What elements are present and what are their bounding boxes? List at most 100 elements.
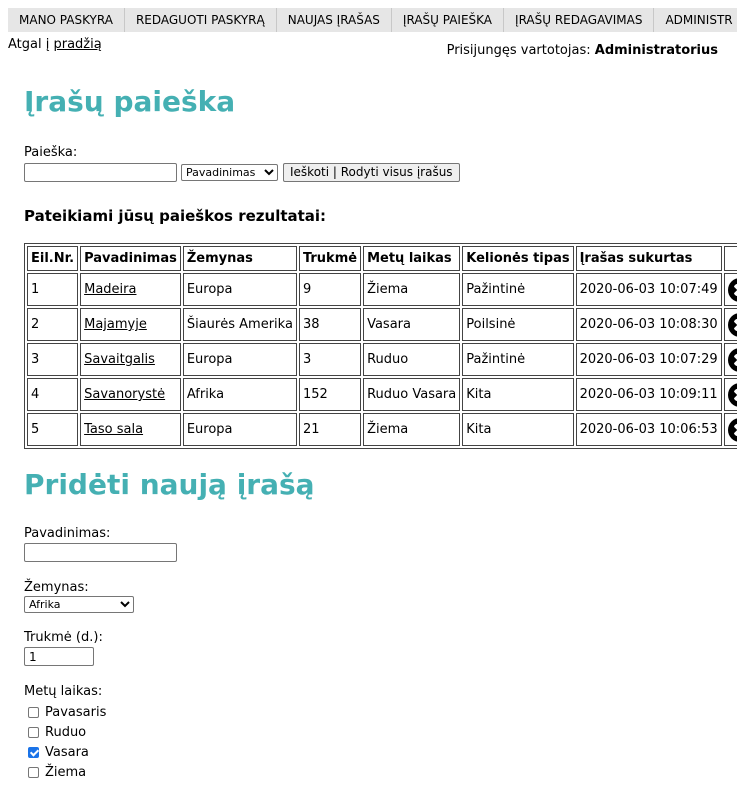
- top-bar: MANO PASKYRA REDAGUOTI PASKYRĄ NAUJAS ĮRAŠ…: [0, 0, 737, 33]
- search-button[interactable]: Ieškoti | Rodyti visus įrašus: [283, 163, 460, 182]
- cell-name: Majamyje: [80, 308, 181, 341]
- record-link[interactable]: Savaitgalis: [84, 352, 155, 367]
- back-home-link[interactable]: pradžią: [53, 37, 101, 52]
- col-header-trip-type: Kelionės tipas: [462, 246, 574, 271]
- name-input[interactable]: [24, 543, 177, 562]
- top-strip: [0, 0, 737, 8]
- cell-season: Vasara: [363, 308, 461, 341]
- nav-item-administravimas[interactable]: ADMINISTR: [654, 8, 737, 32]
- cell-season: Žiema: [363, 273, 461, 306]
- table-row: 1 Madeira Europa 9 Žiema Pažintinė 2020-…: [27, 273, 737, 306]
- search-input[interactable]: [24, 163, 177, 182]
- checkbox-box[interactable]: [28, 707, 39, 718]
- logged-in-user: Prisijungęs vartotojas: Administratorius: [447, 43, 718, 58]
- checkbox-label: Pavasaris: [45, 705, 107, 720]
- cell-duration: 3: [298, 343, 362, 376]
- cell-duration: 152: [298, 378, 362, 411]
- col-header-actions: [723, 246, 737, 271]
- cell-duration: 9: [298, 273, 362, 306]
- season-checkbox-pavasaris[interactable]: Pavasaris: [28, 705, 106, 720]
- continent-label: Žemynas:: [24, 580, 89, 595]
- add-record-title: Pridėti naują įrašą: [24, 468, 315, 501]
- cell-name: Savanorystė: [80, 378, 181, 411]
- record-link[interactable]: Madeira: [84, 282, 136, 297]
- cell-actions: [723, 273, 737, 306]
- delete-icon[interactable]: [727, 277, 737, 302]
- cell-trip-type: Pažintinė: [462, 273, 574, 306]
- delete-icon[interactable]: [727, 382, 737, 407]
- cell-actions: [723, 308, 737, 341]
- season-label: Metų laikas:: [24, 684, 103, 699]
- cell-continent: Šiaurės Amerika: [182, 308, 297, 341]
- user-name: Administratorius: [594, 43, 718, 58]
- cell-created: 2020-06-03 10:07:29: [575, 343, 722, 376]
- cell-actions: [723, 343, 737, 376]
- main-nav: MANO PASKYRA REDAGUOTI PASKYRĄ NAUJAS ĮRAŠ…: [8, 8, 737, 32]
- col-header-name: Pavadinimas: [80, 246, 181, 271]
- name-label: Pavadinimas:: [24, 526, 111, 541]
- results-title: Pateikiami jūsų paieškos rezultatai:: [24, 207, 327, 225]
- cell-created: 2020-06-03 10:09:11: [575, 378, 722, 411]
- cell-continent: Europa: [182, 413, 297, 446]
- search-title: Įrašų paieška: [24, 85, 236, 118]
- col-header-created: Įrašas sukurtas: [575, 246, 722, 271]
- cell-duration: 21: [298, 413, 362, 446]
- cell-trip-type: Kita: [462, 378, 574, 411]
- cell-trip-type: Kita: [462, 413, 574, 446]
- cell-nr: 3: [27, 343, 79, 376]
- season-checkbox-ziema[interactable]: Žiema: [28, 765, 86, 780]
- search-field-select[interactable]: Pavadinimas: [181, 164, 278, 181]
- nav-item-irasu-paieska[interactable]: ĮRAŠŲ PAIEŠKA: [392, 8, 505, 32]
- cell-duration: 38: [298, 308, 362, 341]
- back-prefix: Atgal į: [8, 37, 50, 52]
- col-header-season: Metų laikas: [363, 246, 461, 271]
- duration-input[interactable]: [24, 647, 94, 666]
- cell-continent: Europa: [182, 343, 297, 376]
- table-row: 2 Majamyje Šiaurės Amerika 38 Vasara Poi…: [27, 308, 737, 341]
- checkbox-label: Ruduo: [45, 725, 87, 740]
- table-header-row: Eil.Nr. Pavadinimas Žemynas Trukmė Metų …: [27, 246, 737, 271]
- cell-season: Ruduo Vasara: [363, 378, 461, 411]
- cell-trip-type: Pažintinė: [462, 343, 574, 376]
- record-link[interactable]: Taso sala: [84, 422, 143, 437]
- record-link[interactable]: Majamyje: [84, 317, 147, 332]
- season-checkbox-ruduo[interactable]: Ruduo: [28, 725, 86, 740]
- cell-nr: 4: [27, 378, 79, 411]
- checkbox-box[interactable]: [28, 767, 39, 778]
- cell-trip-type: Poilsinė: [462, 308, 574, 341]
- cell-name: Taso sala: [80, 413, 181, 446]
- delete-icon[interactable]: [727, 347, 737, 372]
- continent-select[interactable]: Afrika: [24, 596, 134, 613]
- cell-created: 2020-06-03 10:06:53: [575, 413, 722, 446]
- cell-name: Savaitgalis: [80, 343, 181, 376]
- cell-actions: [723, 378, 737, 411]
- nav-item-mano-paskyra[interactable]: MANO PASKYRA: [8, 8, 125, 32]
- cell-created: 2020-06-03 10:07:49: [575, 273, 722, 306]
- season-checkbox-vasara[interactable]: Vasara: [28, 745, 89, 760]
- duration-label: Trukmė (d.):: [24, 630, 103, 645]
- delete-icon[interactable]: [727, 312, 737, 337]
- nav-item-naujas-irasas[interactable]: NAUJAS ĮRAŠAS: [277, 8, 392, 32]
- cell-nr: 2: [27, 308, 79, 341]
- cell-name: Madeira: [80, 273, 181, 306]
- cell-season: Ruduo: [363, 343, 461, 376]
- checkbox-box[interactable]: [28, 727, 39, 738]
- checkbox-box-checked[interactable]: [28, 747, 39, 758]
- cell-continent: Afrika: [182, 378, 297, 411]
- table-row: 3 Savaitgalis Europa 3 Ruduo Pažintinė 2…: [27, 343, 737, 376]
- user-prefix: Prisijungęs vartotojas:: [446, 43, 591, 58]
- col-header-nr: Eil.Nr.: [27, 246, 79, 271]
- back-link-row: Atgal į pradžią: [8, 37, 102, 52]
- cell-season: Žiema: [363, 413, 461, 446]
- cell-nr: 5: [27, 413, 79, 446]
- nav-item-redaguoti-paskyra[interactable]: REDAGUOTI PASKYRĄ: [125, 8, 277, 32]
- col-header-duration: Trukmė: [298, 246, 362, 271]
- table-row: 4 Savanorystė Afrika 152 Ruduo Vasara Ki…: [27, 378, 737, 411]
- record-link[interactable]: Savanorystė: [84, 387, 165, 402]
- cell-nr: 1: [27, 273, 79, 306]
- cell-actions: [723, 413, 737, 446]
- delete-icon[interactable]: [727, 417, 737, 442]
- cell-created: 2020-06-03 10:08:30: [575, 308, 722, 341]
- nav-item-irasu-redagavimas[interactable]: ĮRAŠŲ REDAGAVIMAS: [504, 8, 655, 32]
- results-table: Eil.Nr. Pavadinimas Žemynas Trukmė Metų …: [24, 243, 737, 449]
